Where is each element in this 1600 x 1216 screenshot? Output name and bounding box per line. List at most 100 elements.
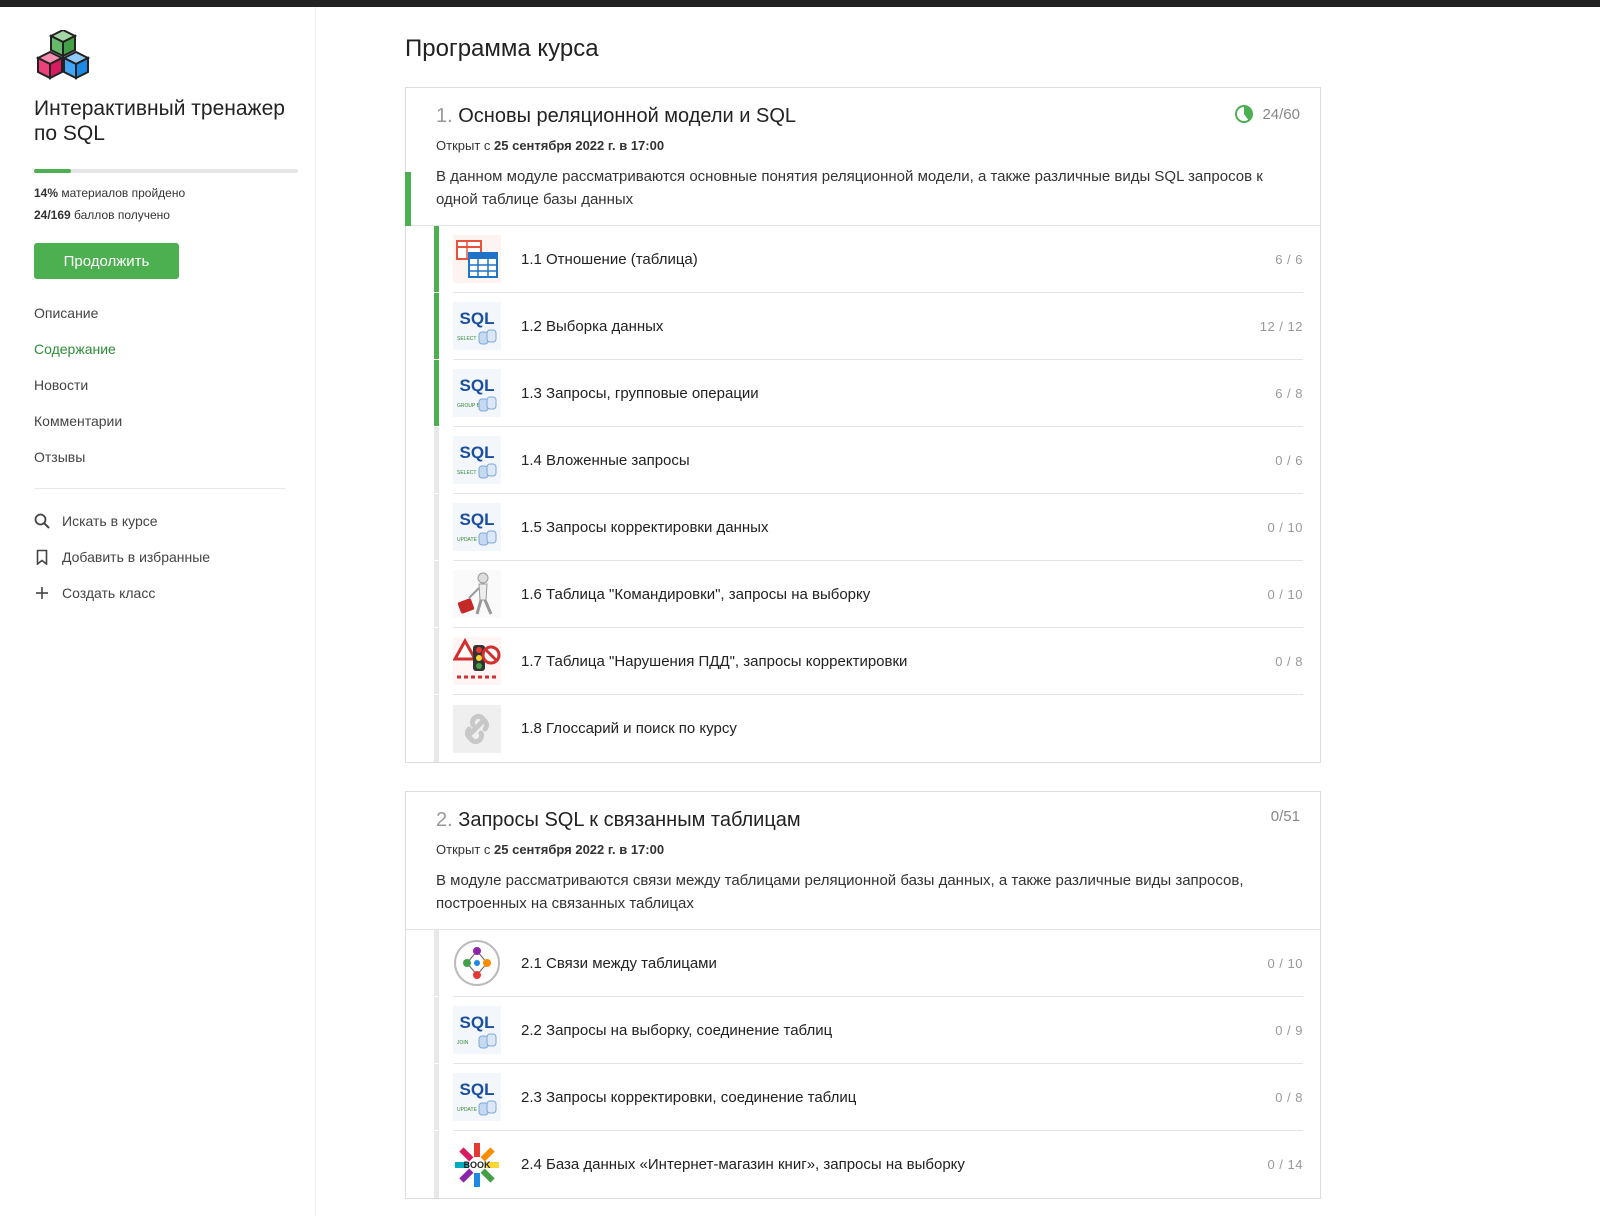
lesson-title: 2.2 Запросы на выборку, соединение табли… (521, 1021, 833, 1039)
module-header[interactable]: 1. Основы реляционной модели и SQL 24/60 О… (405, 88, 1320, 226)
module-number: 1. (436, 105, 453, 127)
svg-text:SQL: SQL (460, 1013, 495, 1032)
lesson-status-bar (434, 494, 439, 560)
lesson-item[interactable]: SQL UPDATE 1.5 Запросы корректировки данны… (434, 494, 1303, 561)
lesson-list: 2.1 Связи между таблицами 0 / 10 SQL JOIN 2.… (434, 930, 1320, 1198)
lesson-status-bar (434, 293, 439, 359)
sidebar-nav: Описание Содержание Новости Комментарии … (34, 295, 122, 475)
nav-news[interactable]: Новости (34, 367, 122, 403)
nav-contents[interactable]: Содержание (34, 331, 122, 367)
lesson-status-bar (434, 226, 439, 292)
lesson-title: 1.1 Отношение (таблица) (521, 250, 698, 268)
module-title[interactable]: 1. Основы реляционной модели и SQL (436, 102, 1300, 130)
module-score: 0/51 (1271, 808, 1300, 825)
svg-text:SQL: SQL (460, 309, 495, 328)
nav-reviews[interactable]: Отзывы (34, 439, 122, 475)
add-favorite-action[interactable]: Добавить в избранные (34, 539, 210, 575)
link-icon (453, 704, 501, 753)
lesson-title: 2.3 Запросы корректировки, соединение та… (521, 1088, 857, 1106)
materials-label: материалов пройдено (58, 186, 186, 200)
module-title-text: Основы реляционной модели и SQL (458, 105, 797, 127)
svg-text:SQL: SQL (460, 376, 495, 395)
sql-nested-icon: SQL SELECT (453, 436, 501, 484)
relations-icon (453, 939, 501, 987)
svg-text:SQL: SQL (460, 443, 495, 462)
module-progress-pie-icon (1235, 105, 1254, 123)
lesson-score: 0 / 8 (1275, 653, 1303, 669)
lesson-title: 1.6 Таблица "Командировки", запросы на в… (521, 585, 871, 603)
lesson-item[interactable]: SQL UPDATE 2.3 Запросы корректировки, соед… (434, 1064, 1303, 1131)
lesson-score: 0 / 10 (1267, 955, 1303, 971)
lesson-item[interactable]: 1.7 Таблица "Нарушения ПДД", запросы кор… (434, 628, 1303, 695)
svg-text:SQL: SQL (460, 1080, 495, 1099)
lesson-status-bar (434, 628, 439, 694)
lesson-score: 0 / 8 (1275, 1089, 1303, 1105)
top-bar (0, 0, 1600, 7)
module-title[interactable]: 2. Запросы SQL к связанным таблицам (436, 806, 1300, 834)
lesson-score: 12 / 12 (1259, 318, 1303, 334)
lesson-status-bar (434, 997, 439, 1063)
lesson-title: 1.3 Запросы, групповые операции (521, 384, 759, 402)
plus-icon (34, 585, 50, 601)
lesson-score: 6 / 8 (1275, 385, 1303, 401)
module-title-text: Запросы SQL к связанным таблицам (458, 809, 801, 831)
lesson-score: 0 / 10 (1267, 586, 1303, 602)
page-title: Программа курса (405, 35, 599, 62)
svg-text:UPDATE: UPDATE (457, 1107, 478, 1113)
module-accent-bar (405, 172, 411, 226)
lesson-score: 0 / 14 (1267, 1157, 1303, 1172)
opened-prefix: Открыт с (436, 842, 495, 857)
svg-text:SELECT: SELECT (457, 336, 476, 342)
nav-comments[interactable]: Комментарии (34, 403, 122, 439)
create-class-action[interactable]: Создать класс (34, 575, 210, 611)
lesson-status-bar (434, 695, 439, 762)
sidebar: Интерактивный тренажер по SQL 14% матери… (0, 7, 316, 1216)
course-progress-fill (34, 169, 71, 173)
module-score-value: 0/51 (1270, 808, 1300, 825)
traveler-icon (453, 570, 501, 618)
sql-join-icon: SQL JOIN (453, 1006, 501, 1054)
table-icon (453, 235, 501, 283)
lesson-item[interactable]: 2.1 Связи между таблицами 0 / 10 (434, 930, 1303, 997)
lesson-score: 0 / 10 (1267, 519, 1303, 535)
lesson-score: 6 / 6 (1275, 251, 1303, 267)
lesson-item[interactable]: 1.6 Таблица "Командировки", запросы на в… (434, 561, 1303, 628)
sql-update-icon: SQL UPDATE (453, 503, 501, 551)
lesson-status-bar (434, 360, 439, 426)
lesson-item[interactable]: SQL SELECT 1.4 Вложенные запросы 0 / 6 (434, 427, 1303, 494)
svg-text:SELECT: SELECT (457, 470, 476, 476)
opened-prefix: Открыт с (436, 138, 495, 153)
lesson-item[interactable]: SQL GROUP BY 1.3 Запросы, групповые операц… (434, 360, 1303, 427)
lesson-title: 1.5 Запросы корректировки данных (521, 518, 769, 536)
lesson-item[interactable]: 1.8 Глоссарий и поиск по курсу (434, 695, 1303, 762)
main-content: Программа курса 1. Основы реляционной мо… (316, 7, 1600, 1216)
search-icon (34, 513, 50, 529)
opened-date: 25 сентября 2022 г. в 17:00 (494, 842, 665, 857)
search-course-action[interactable]: Искать в курсе (34, 503, 210, 539)
course-module: 1. Основы реляционной модели и SQL 24/60 О… (405, 87, 1321, 763)
module-score: 24/60 (1234, 104, 1300, 124)
bookmark-icon (34, 549, 50, 565)
lesson-title: 1.2 Выборка данных (521, 317, 664, 335)
lesson-item[interactable]: SQL SELECT 1.2 Выборка данных 12 / 12 (434, 293, 1303, 360)
module-description: В модуле рассматриваются связи между таб… (436, 872, 1244, 912)
points-label: баллов получено (70, 208, 170, 222)
continue-button[interactable]: Продолжить (34, 243, 179, 279)
lesson-title: 1.7 Таблица "Нарушения ПДД", запросы кор… (521, 652, 908, 670)
points-value: 24/169 (34, 208, 71, 222)
svg-text:BOOK: BOOK (464, 1160, 492, 1170)
sidebar-actions: Искать в курсе Добавить в избранные Созд… (34, 503, 210, 611)
sql-update-join-icon: SQL UPDATE (453, 1073, 501, 1121)
lesson-score: 0 / 9 (1275, 1022, 1303, 1038)
nav-description[interactable]: Описание (34, 295, 122, 331)
lesson-title: 2.4 База данных «Интернет-магазин книг»,… (521, 1156, 965, 1173)
module-opened-date: Открыт с 25 сентября 2022 г. в 17:00 (436, 842, 1300, 857)
lesson-title: 2.1 Связи между таблицами (521, 954, 717, 972)
lesson-title: 1.4 Вложенные запросы (521, 451, 690, 469)
module-header[interactable]: 2. Запросы SQL к связанным таблицам 0/51 О… (406, 792, 1320, 930)
lesson-item[interactable]: 1.1 Отношение (таблица) 6 / 6 (434, 226, 1303, 293)
svg-text:UPDATE: UPDATE (457, 537, 478, 543)
lesson-list: 1.1 Отношение (таблица) 6 / 6 SQL SELECT 1.2… (434, 226, 1320, 762)
lesson-item[interactable]: BOOK 2.4 База данных «Интернет-магазин кн… (434, 1131, 1303, 1198)
lesson-item[interactable]: SQL JOIN 2.2 Запросы на выборку, соединени… (434, 997, 1303, 1064)
